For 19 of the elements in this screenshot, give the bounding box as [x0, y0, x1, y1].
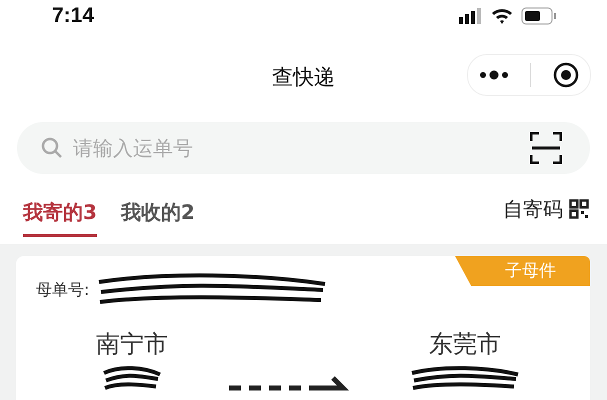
- tab[interactable]: 我寄的3: [23, 189, 97, 237]
- search-icon: [41, 137, 63, 159]
- more-icon[interactable]: [478, 70, 509, 80]
- status-time: 7:14: [52, 4, 94, 28]
- search-bar[interactable]: 请输入运单号: [17, 122, 590, 174]
- tab[interactable]: 我收的2: [120, 189, 195, 237]
- destination-city: 东莞市: [429, 329, 501, 360]
- shipment-card[interactable]: 子母件 母单号: 南宁市 东莞市: [16, 256, 590, 400]
- qr-code-icon: [569, 199, 589, 219]
- page-title: 查快递: [272, 64, 335, 91]
- origin-city: 南宁市: [96, 329, 168, 360]
- scan-icon[interactable]: [530, 132, 562, 164]
- badge: 子母件: [455, 256, 590, 286]
- search-field[interactable]: 请输入运单号: [71, 135, 522, 161]
- self-send-code-button[interactable]: 自寄码: [503, 196, 589, 222]
- signal-icon: [459, 8, 483, 24]
- wifi-icon: [491, 8, 513, 24]
- number-label: 母单号:: [36, 280, 90, 300]
- battery-icon: [521, 7, 557, 25]
